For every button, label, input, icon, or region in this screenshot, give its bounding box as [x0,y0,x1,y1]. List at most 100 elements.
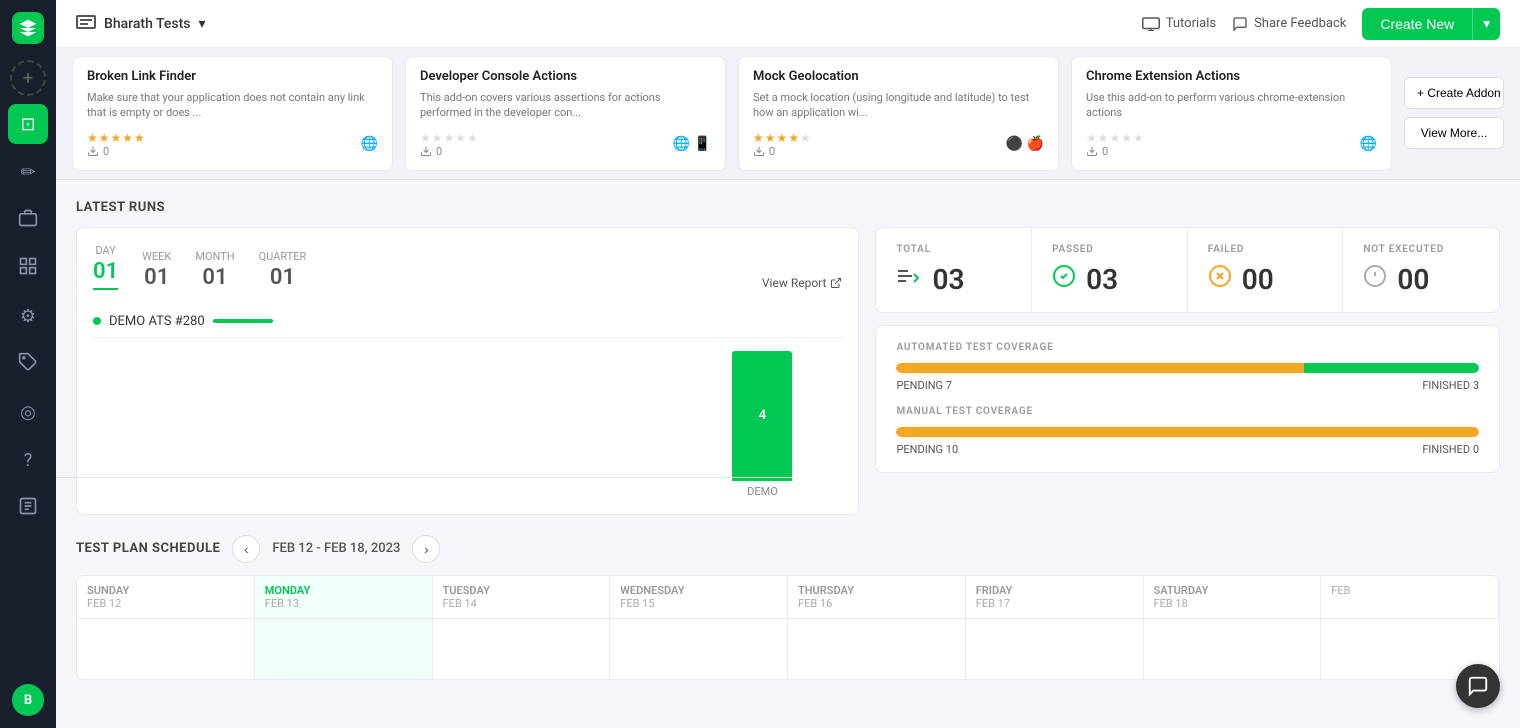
project-name: Bharath Tests [104,16,190,32]
create-new-group: Create New ▾ [1362,8,1500,40]
app-logo[interactable] [12,12,44,44]
pending-value: 7 [946,379,952,392]
addon-stars: ★★★★★ [753,131,812,145]
sidebar-add-button[interactable]: + [10,60,46,96]
finished-label: FINISHED [1422,379,1473,392]
grid-icon [18,256,38,281]
tab-week[interactable]: WEEK 01 [142,250,171,290]
not-executed-icon [1363,264,1387,294]
tab-month-label: MONTH [195,250,234,263]
view-report-link[interactable]: View Report [762,276,843,290]
monitor-icon: ◎ [20,402,36,423]
schedule-title: TEST PLAN SCHEDULE [76,541,220,556]
tutorials-link[interactable]: Tutorials [1142,16,1216,31]
addon-description: Set a mock location (using longitude and… [753,90,1044,121]
addon-title: Chrome Extension Actions [1086,69,1377,84]
addon-description: Make sure that your application does not… [87,90,378,121]
schedule-next-button[interactable]: › [412,535,440,563]
tab-week-value: 01 [144,265,169,290]
user-avatar[interactable]: B [12,684,44,716]
saturday-date: FEB 18 [1154,597,1311,610]
manual-coverage-title: MANUAL TEST COVERAGE [896,406,1479,417]
stat-passed: PASSED 03 [1032,228,1188,312]
schedule-section: TEST PLAN SCHEDULE ‹ FEB 12 - FEB 18, 20… [76,535,1500,700]
schedule-cell-sunday [77,619,255,679]
briefcase-icon [18,208,38,233]
schedule-header: TEST PLAN SCHEDULE ‹ FEB 12 - FEB 18, 20… [76,535,1500,563]
failed-value: 00 [1242,263,1274,296]
schedule-cell-friday [966,619,1144,679]
runs-main-area: DAY 01 WEEK 01 MONTH 01 QUARTER [76,227,1500,515]
pending-label: PENDING [896,443,945,456]
schedule-day-saturday: SATURDAY FEB 18 [1144,576,1322,619]
tutorials-label: Tutorials [1166,16,1216,31]
finished-label: FINISHED [1422,443,1473,456]
schedule-day-tuesday: TUESDAY FEB 14 [433,576,611,619]
top-header: Bharath Tests ▾ Tutorials Share Feedback… [56,0,1520,48]
failed-value-row: 00 [1208,263,1323,296]
feedback-label: Share Feedback [1254,16,1346,31]
sidebar-item-monitor[interactable]: ◎ [8,392,48,432]
sunday-name: SUNDAY [87,584,244,597]
coverage-card: AUTOMATED TEST COVERAGE PENDING 7 FINISH… [875,325,1500,473]
manual-coverage-bar-bg [896,427,1479,437]
addon-footer: ★★★★★ 0 🌐 [87,131,378,158]
view-more-button[interactable]: View More... [1404,117,1504,149]
schedule-prev-button[interactable]: ‹ [232,535,260,563]
dashboard-icon: ⊡ [20,114,35,135]
project-selector[interactable]: Bharath Tests ▾ [76,15,206,33]
addon-title: Mock Geolocation [753,69,1044,84]
schedule-cell-tuesday [433,619,611,679]
stat-not-executed: NOT EXECUTED 00 [1343,228,1499,312]
sidebar-item-edit[interactable]: ✏ [8,152,48,192]
finished-value: 0 [1473,443,1479,456]
addon-platforms: ⚫ 🍎 [1006,136,1044,152]
manual-coverage-section: MANUAL TEST COVERAGE PENDING 10 FINISHED… [896,406,1479,456]
create-addon-button[interactable]: + Create Addon [1404,77,1504,109]
automated-pending: PENDING 7 [896,379,952,392]
automated-coverage-footer: PENDING 7 FINISHED 3 [896,379,1479,392]
sidebar-item-grid[interactable] [8,248,48,288]
addon-stars: ★★★★★ [1086,131,1145,145]
addon-downloads: 0 [753,145,812,158]
addon-stars: ★★★★★ [87,131,146,145]
tab-day-label: DAY [95,244,115,257]
failed-icon [1208,264,1232,294]
sidebar-item-dashboard[interactable]: ⊡ [8,104,48,144]
tab-day[interactable]: DAY 01 [93,244,118,290]
sidebar-item-reports[interactable] [8,488,48,528]
tab-month[interactable]: MONTH 01 [195,250,234,290]
addon-platforms: 🌐 [1360,136,1377,152]
sidebar-item-briefcase[interactable] [8,200,48,240]
latest-runs-title: LATEST RUNS [76,200,1500,215]
manual-coverage-bar [896,427,1479,437]
addon-stars: ★★★★★ [420,131,479,145]
help-icon: ? [24,450,33,471]
sidebar-item-settings[interactable]: ⚙ [8,296,48,336]
sidebar-item-plugins[interactable] [8,344,48,384]
settings-icon: ⚙ [20,306,36,327]
create-new-dropdown-button[interactable]: ▾ [1472,8,1500,40]
not-executed-label: NOT EXECUTED [1363,244,1479,255]
wednesday-date: FEB 15 [620,597,777,610]
main-content: Bharath Tests ▾ Tutorials Share Feedback… [56,0,1520,728]
addon-card-chrome-extension: Chrome Extension Actions Use this add-on… [1071,56,1392,171]
addon-platforms: 🌐 [361,136,378,152]
finished-value: 3 [1473,379,1479,392]
addon-downloads: 0 [420,145,479,158]
sidebar-item-help[interactable]: ? [8,440,48,480]
chart-bar-label: DEMO [747,485,778,498]
stats-row: TOTAL 03 PASSED [875,227,1500,313]
create-new-button[interactable]: Create New [1362,8,1472,40]
addon-footer: ★★★★★ 0 ⚫ 🍎 [753,131,1044,158]
tab-quarter[interactable]: QUARTER 01 [259,250,307,290]
stat-failed: FAILED 00 [1188,228,1344,312]
chat-bubble-button[interactable] [1456,664,1500,708]
addon-card-developer-console: Developer Console Actions This add-on co… [405,56,726,171]
sunday-date: FEB 12 [87,597,244,610]
schedule-cell-saturday [1144,619,1322,679]
stat-total: TOTAL 03 [876,228,1032,312]
automated-coverage-bar-bg [896,363,1479,373]
schedule-cell-monday [255,619,433,679]
feedback-link[interactable]: Share Feedback [1232,16,1346,32]
